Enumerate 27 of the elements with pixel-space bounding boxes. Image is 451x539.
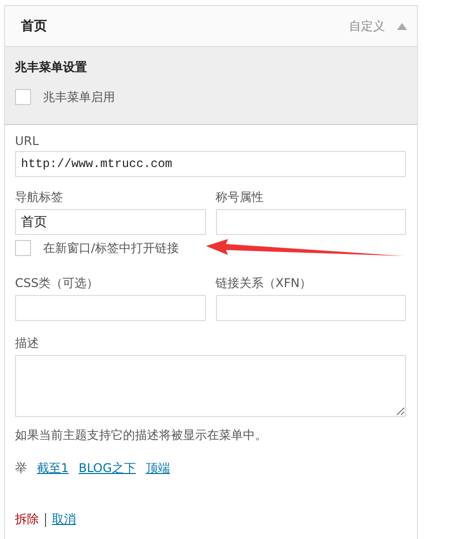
field-label: 称号属性 <box>216 189 264 206</box>
checkbox[interactable] <box>15 240 31 256</box>
checkbox-label: 兆丰菜单启用 <box>43 88 115 106</box>
field-label: 链接关系（XFN） <box>216 275 313 292</box>
description-field[interactable] <box>15 355 406 417</box>
title-attribute-field[interactable] <box>216 209 406 235</box>
css-classes-field[interactable] <box>15 295 206 321</box>
url-field[interactable]: http://www.mtrucc.com <box>15 151 406 177</box>
section-title: 兆丰菜单设置 <box>15 59 88 76</box>
move-label: 举 <box>15 460 27 477</box>
collapse-toggle-icon[interactable] <box>397 22 407 30</box>
navigation-label-field[interactable]: 首页 <box>15 209 206 235</box>
checkbox[interactable] <box>15 89 31 105</box>
link-relationship-field[interactable] <box>216 295 406 321</box>
field-label: URL <box>15 134 40 148</box>
field-label: CSS类（可选） <box>15 275 100 292</box>
checkbox-label: 在新窗口/标签中打开链接 <box>43 240 180 256</box>
move-link[interactable]: 顶端 <box>146 460 170 477</box>
move-link[interactable]: BLOG之下 <box>78 460 136 477</box>
field-label: 导航标签 <box>15 189 64 206</box>
help-text: 如果当前主题支持它的描述将被显示在菜单中。 <box>15 427 268 444</box>
item-type-label: 自定义 <box>349 18 385 34</box>
field-label: 描述 <box>15 335 40 352</box>
cancel-link[interactable]: 取消 <box>52 511 76 528</box>
move-link[interactable]: 截至1 <box>37 460 69 477</box>
remove-link[interactable]: 拆除 <box>15 511 39 528</box>
menu-item-title: 首页 <box>21 18 48 35</box>
